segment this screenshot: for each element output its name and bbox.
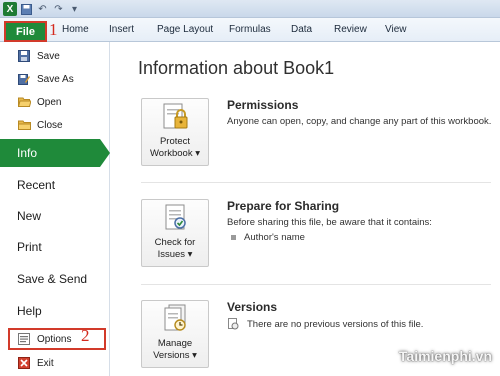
sharing-description: Before sharing this file, be aware that … [227,217,432,228]
nav-item-help[interactable]: Help [0,297,110,325]
options-highlight-box [8,328,106,350]
nav-item-print[interactable]: Print [0,233,110,261]
bullet-square-icon [231,235,236,240]
nav-item-label: Recent [17,178,56,192]
nav-item-open[interactable]: Open [0,92,110,112]
check-for-issues-button[interactable]: Check for Issues ▾ [141,199,209,267]
step-2-annotation: 2 [81,326,90,345]
versions-heading: Versions [227,300,278,314]
nav-item-label: New [17,209,42,223]
tab-insert[interactable]: Insert [109,22,134,38]
protect-workbook-button[interactable]: Protect Workbook ▾ [141,98,209,166]
redo-icon[interactable]: ↷ [52,3,65,16]
versions-status: There are no previous versions of this f… [227,318,423,330]
exit-icon [17,356,31,370]
sharing-bullet: Author's name [231,232,305,243]
permissions-description: Anyone can open, copy, and change any pa… [227,116,492,127]
page-title: Information about Book1 [138,58,335,78]
section-divider [141,284,491,285]
save-icon[interactable] [20,3,33,16]
ribbon-tabs: Home Insert Page Layout Formulas Data Re… [0,18,500,42]
tab-file[interactable]: File [4,21,47,42]
tab-page-layout[interactable]: Page Layout [157,22,213,38]
nav-item-save-send[interactable]: Save & Send [0,265,110,293]
quick-access-toolbar: X ↶ ↷ ▾ [3,2,81,16]
nav-item-label: Close [37,119,63,131]
protect-workbook-label: Protect Workbook ▾ [149,136,200,159]
nav-item-label: Print [17,240,42,254]
tab-home[interactable]: Home [62,22,89,38]
nav-item-close[interactable]: Close [0,115,110,135]
tab-data[interactable]: Data [291,22,312,38]
manage-versions-label: Manage Versions ▾ [153,338,197,361]
nav-item-recent[interactable]: Recent [0,171,110,199]
backstage-nav: Save Save As Open Close Info Recent New … [0,42,110,376]
permissions-heading: Permissions [227,98,299,112]
manage-versions-button[interactable]: Manage Versions ▾ [141,300,209,368]
nav-item-save[interactable]: Save [0,46,110,66]
info-panel: Information about Book1 Protect Workbook … [111,42,500,376]
step-1-annotation: 1 [49,20,58,39]
permissions-section: Protect Workbook ▾ Permissions Anyone can… [141,98,496,170]
nav-item-label: Exit [37,357,54,369]
tab-view[interactable]: View [385,22,407,38]
customize-toolbar-icon[interactable]: ▾ [68,3,81,16]
section-divider [141,182,491,183]
sharing-heading: Prepare for Sharing [227,199,340,213]
undo-icon[interactable]: ↶ [36,3,49,16]
author-name-item: Author's name [244,232,305,243]
check-document-icon [165,204,186,230]
save-as-icon [17,72,31,86]
nav-item-label: Save [37,50,60,62]
versions-document-icon [164,304,186,331]
nav-item-label: Save As [37,73,74,85]
nav-item-exit[interactable]: Exit [0,353,110,373]
version-document-icon [228,318,239,330]
save-icon [17,49,31,63]
open-folder-icon [17,95,31,109]
excel-logo-icon: X [3,2,17,16]
tab-review[interactable]: Review [334,22,367,38]
nav-item-info[interactable]: Info [0,139,110,167]
close-folder-icon [17,118,31,132]
nav-item-label: Save & Send [17,272,88,286]
watermark: Taimienphi.vn [398,348,492,364]
nav-item-label: Open [37,96,62,108]
check-for-issues-label: Check for Issues ▾ [154,237,196,260]
nav-item-new[interactable]: New [0,202,110,230]
lock-document-icon [163,103,188,129]
sharing-section: Check for Issues ▾ Prepare for Sharing Be… [141,199,496,271]
nav-item-save-as[interactable]: Save As [0,69,110,89]
tab-formulas[interactable]: Formulas [229,22,271,38]
versions-description: There are no previous versions of this f… [247,318,424,330]
nav-item-label: Help [17,304,42,318]
title-bar: X ↶ ↷ ▾ [0,0,500,18]
nav-item-label: Info [17,146,38,160]
